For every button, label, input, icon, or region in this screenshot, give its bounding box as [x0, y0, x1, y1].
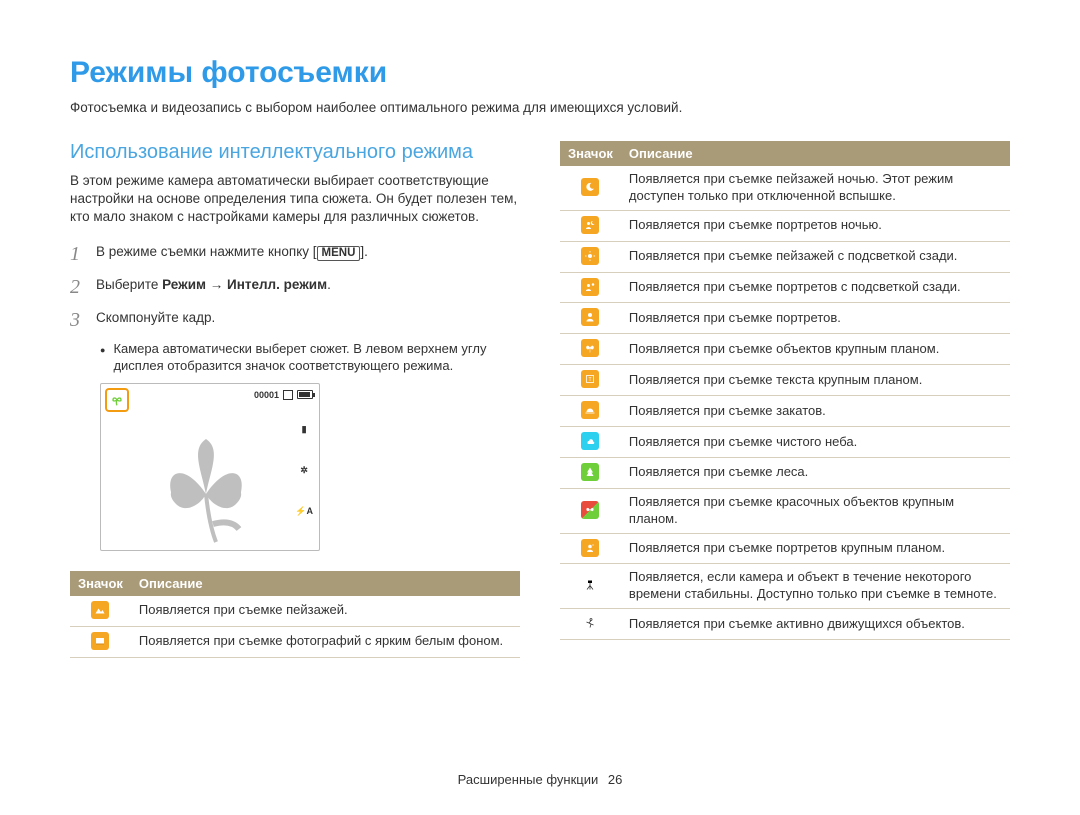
- mode-description: Появляется при съемке пейзажей с подсвет…: [621, 241, 1010, 272]
- night-portrait-mode-icon: [560, 210, 621, 241]
- footer-page-number: 26: [608, 772, 622, 787]
- portrait-mode-icon: [560, 303, 621, 334]
- table-row: Появляется при съемке пейзажей с подсвет…: [560, 241, 1010, 272]
- stabilization-icon: ✲: [300, 465, 308, 476]
- footer-section: Расширенные функции: [458, 772, 599, 787]
- whitebg-mode-icon: [70, 626, 131, 657]
- step-number: 3: [70, 307, 96, 334]
- step-3-text: Скомпонуйте кадр.: [96, 307, 215, 334]
- mode-description: Появляется при съемке закатов.: [621, 396, 1010, 427]
- table-row: Появляется, если камера и объект в течен…: [560, 564, 1010, 609]
- table-row: Появляется при съемке красочных объектов…: [560, 488, 1010, 533]
- sd-card-icon: [283, 390, 293, 400]
- battery-icon: [297, 390, 313, 399]
- mode-description: Появляется при съемке портретов крупным …: [621, 533, 1010, 564]
- flash-auto-icon: ⚡A: [295, 506, 313, 517]
- table-row: Появляется при съемке пейзажей ночью. Эт…: [560, 166, 1010, 210]
- table-row: Появляется при съемке фотографий с ярким…: [70, 626, 520, 657]
- tripod-mode-icon: [560, 564, 621, 609]
- sunset-mode-icon: [560, 396, 621, 427]
- camera-preview: 00001 ▮ ✲ ⚡A: [100, 383, 320, 551]
- table-header-desc: Описание: [621, 141, 1010, 166]
- table-row: Появляется при съемке чистого неба.: [560, 427, 1010, 458]
- mode-description: Появляется при съемке портретов с подсве…: [621, 272, 1010, 303]
- table-header-desc: Описание: [131, 571, 520, 596]
- mode-description: Появляется при съемке портретов ночью.: [621, 210, 1010, 241]
- right-icon-table: Значок Описание Появляется при съемке пе…: [560, 141, 1010, 640]
- left-column: Использование интеллектуального режима В…: [70, 141, 520, 658]
- backlight-portrait-mode-icon: [560, 272, 621, 303]
- table-row: T Появляется при съемке текста крупным пл…: [560, 365, 1010, 396]
- steps-list: 1 В режиме съемки нажмите кнопку [MENU].…: [70, 241, 520, 334]
- intro-paragraph: В этом режиме камера автоматически выбир…: [70, 172, 520, 227]
- table-header-icon: Значок: [560, 141, 621, 166]
- mode-description: Появляется при съемке пейзажей.: [131, 596, 520, 626]
- macro-mode-icon: [105, 388, 129, 412]
- step-3-bullet: Камера автоматически выберет сюжет. В ле…: [113, 340, 520, 375]
- table-header-icon: Значок: [70, 571, 131, 596]
- page-subtitle: Фотосъемка и видеозапись с выбором наибо…: [70, 100, 1010, 115]
- preview-status-bar: 00001: [254, 390, 313, 400]
- menu-button-label: MENU: [317, 246, 361, 262]
- mode-description: Появляется при съемке леса.: [621, 457, 1010, 488]
- forest-mode-icon: [560, 457, 621, 488]
- step-1-text: В режиме съемки нажмите кнопку [MENU].: [96, 241, 368, 268]
- night-mode-icon: [560, 166, 621, 210]
- svg-text:T: T: [589, 377, 592, 383]
- table-row: Появляется при съемке портретов ночью.: [560, 210, 1010, 241]
- flower-illustration: [131, 424, 281, 544]
- page-title: Режимы фотосъемки: [70, 56, 1010, 90]
- resolution-icon: ▮: [302, 424, 307, 435]
- mode-description: Появляется при съемке красочных объектов…: [621, 488, 1010, 533]
- table-row: Появляется при съемке объектов крупным п…: [560, 334, 1010, 365]
- table-row: Появляется при съемке портретов.: [560, 303, 1010, 334]
- mode-description: Появляется при съемке фотографий с ярким…: [131, 626, 520, 657]
- table-row: Появляется при съемке пейзажей.: [70, 596, 520, 626]
- step-number: 2: [70, 274, 96, 301]
- mode-description: Появляется при съемке объектов крупным п…: [621, 334, 1010, 365]
- mode-description: Появляется, если камера и объект в течен…: [621, 564, 1010, 609]
- right-column: Значок Описание Появляется при съемке пе…: [560, 141, 1010, 658]
- mode-description: Появляется при съемке пейзажей ночью. Эт…: [621, 166, 1010, 210]
- table-row: Появляется при съемке закатов.: [560, 396, 1010, 427]
- mode-description: Появляется при съемке портретов.: [621, 303, 1010, 334]
- macro-mode-icon: [560, 334, 621, 365]
- table-row: Появляется при съемке леса.: [560, 457, 1010, 488]
- left-icon-table: Значок Описание Появляется при съемке пе…: [70, 571, 520, 658]
- page-footer: Расширенные функции 26: [0, 772, 1080, 787]
- shot-counter: 00001: [254, 390, 279, 400]
- mode-description: Появляется при съемке активно движущихся…: [621, 609, 1010, 640]
- table-row: Появляется при съемке портретов крупным …: [560, 533, 1010, 564]
- backlight-mode-icon: [560, 241, 621, 272]
- mode-description: Появляется при съемке текста крупным пла…: [621, 365, 1010, 396]
- mode-description: Появляется при съемке чистого неба.: [621, 427, 1010, 458]
- sky-mode-icon: [560, 427, 621, 458]
- step-3-bullet-list: Камера автоматически выберет сюжет. В ле…: [100, 340, 520, 375]
- macro-text-mode-icon: T: [560, 365, 621, 396]
- section-heading: Использование интеллектуального режима: [70, 141, 520, 164]
- step-2-text: Выберите Режим → Интелл. режим.: [96, 274, 331, 301]
- step-number: 1: [70, 241, 96, 268]
- table-row: Появляется при съемке активно движущихся…: [560, 609, 1010, 640]
- landscape-mode-icon: [70, 596, 131, 626]
- color-macro-mode-icon: [560, 488, 621, 533]
- macro-portrait-mode-icon: [560, 533, 621, 564]
- action-mode-icon: [560, 609, 621, 640]
- table-row: Появляется при съемке портретов с подсве…: [560, 272, 1010, 303]
